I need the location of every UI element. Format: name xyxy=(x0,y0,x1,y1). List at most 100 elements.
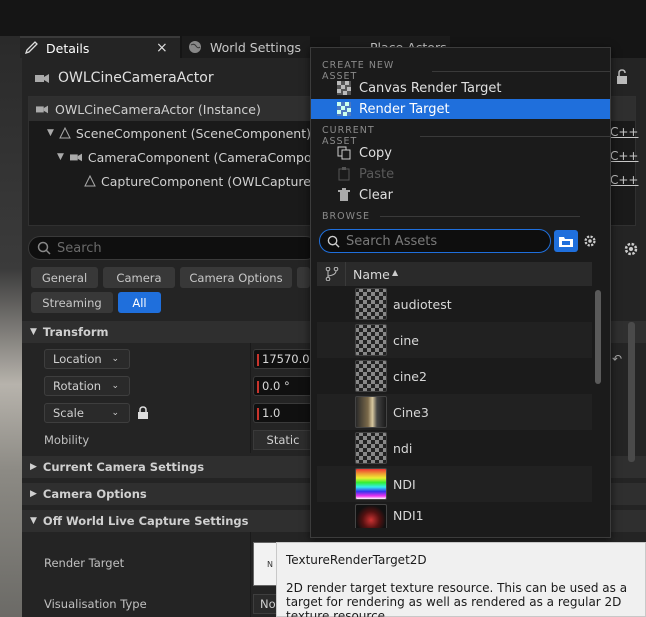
search-assets-input[interactable]: Search Assets xyxy=(319,229,551,253)
filter-more[interactable] xyxy=(297,267,310,288)
actor-title-label: OWLCineCameraActor xyxy=(58,70,214,86)
reset-icon[interactable]: ↶ xyxy=(612,352,622,366)
menu-item-label: Canvas Render Target xyxy=(359,80,502,96)
camera-actor-icon xyxy=(36,105,48,114)
render-target-label: Render Target xyxy=(44,556,125,570)
filter-general[interactable]: General xyxy=(31,267,98,288)
asset-row[interactable]: cine xyxy=(317,322,592,358)
asset-row[interactable]: audiotest xyxy=(317,286,592,322)
asset-name: ndi xyxy=(393,440,413,456)
rotation-x-field[interactable]: 0.0 ° xyxy=(253,376,313,396)
asset-name: NDI1 xyxy=(393,507,424,523)
checker-texture-icon xyxy=(355,432,387,464)
checker-texture-icon xyxy=(337,102,351,116)
cine3-thumbnail-icon xyxy=(355,396,387,428)
color-bars-thumbnail-icon xyxy=(355,468,387,500)
camera-icon xyxy=(69,153,82,162)
menu-item-render-target[interactable]: Render Target xyxy=(311,99,610,119)
lock-icon[interactable] xyxy=(137,406,149,420)
pencil-icon xyxy=(24,41,38,55)
details-search-input[interactable]: Search xyxy=(28,236,318,260)
chevron-down-icon: ⌄ xyxy=(111,408,119,418)
copy-icon xyxy=(337,146,351,160)
gear-icon[interactable] xyxy=(622,240,640,258)
branch-icon[interactable] xyxy=(325,267,339,281)
red-thumbnail-icon xyxy=(355,504,387,528)
menu-item-copy[interactable]: Copy xyxy=(311,143,610,163)
filter-streaming[interactable]: Streaming xyxy=(31,292,113,313)
details-scrollbar[interactable] xyxy=(628,322,635,462)
mobility-label: Mobility xyxy=(44,433,90,447)
filter-camera-options[interactable]: Camera Options xyxy=(180,267,292,288)
menu-item-paste[interactable]: Paste xyxy=(311,164,610,184)
cpp-tag[interactable]: C++ xyxy=(610,173,639,187)
cpp-tag[interactable]: C++ xyxy=(610,125,639,139)
tree-label: OWLCineCameraActor (Instance) xyxy=(55,101,261,117)
asset-row[interactable]: Cine3 xyxy=(317,394,592,430)
location-dropdown[interactable]: Location ⌄ xyxy=(44,349,130,369)
asset-list-scrollbar[interactable] xyxy=(595,290,601,384)
location-x-field[interactable]: 17570.0 xyxy=(253,349,313,369)
rotation-label: Rotation xyxy=(53,379,102,393)
chevron-down-icon: ▼ xyxy=(30,516,37,526)
menu-item-canvas-render-target[interactable]: Canvas Render Target xyxy=(311,78,610,98)
tooltip-body: 2D render target texture resource. This … xyxy=(286,581,628,617)
asset-row[interactable]: NDI xyxy=(317,466,592,502)
checker-texture-icon xyxy=(355,324,387,356)
tab-details[interactable]: Details × xyxy=(20,36,180,58)
chevron-down-icon[interactable]: ▼ xyxy=(47,128,54,138)
cpp-tag[interactable]: C++ xyxy=(610,149,639,163)
asset-name: NDI xyxy=(393,476,416,492)
close-icon[interactable]: × xyxy=(156,40,168,56)
section-label: Current Camera Settings xyxy=(42,460,205,474)
asset-picker-popup: CREATE NEW ASSET Canvas Render Target Re… xyxy=(310,47,611,538)
tab-world-label: World Settings xyxy=(210,39,302,55)
column-divider xyxy=(250,343,251,453)
menu-item-clear[interactable]: Clear xyxy=(311,185,610,205)
visualisation-type-label: Visualisation Type xyxy=(44,597,147,611)
menu-item-label: Clear xyxy=(359,187,393,203)
scale-x-field[interactable]: 1.0 xyxy=(253,403,313,423)
filter-camera[interactable]: Camera xyxy=(103,267,175,288)
asset-row[interactable]: ndi xyxy=(317,430,592,466)
actor-title: OWLCineCameraActor xyxy=(34,66,214,90)
tree-label: SceneComponent (SceneComponent) xyxy=(75,125,312,141)
asset-row[interactable]: NDI1 xyxy=(317,502,592,528)
gear-icon[interactable] xyxy=(582,233,598,249)
asset-name: cine2 xyxy=(393,368,427,384)
mobility-static-button[interactable]: Static xyxy=(253,430,313,450)
chevron-down-icon[interactable]: ▼ xyxy=(57,152,64,162)
asset-row[interactable]: cine2 xyxy=(317,358,592,394)
search-icon xyxy=(327,235,340,248)
asset-name: cine xyxy=(393,332,419,348)
filter-all[interactable]: All xyxy=(118,292,161,313)
scale-dropdown[interactable]: Scale ⌄ xyxy=(44,403,130,423)
section-label: Camera Options xyxy=(42,487,147,501)
chevron-right-icon: ▶ xyxy=(30,489,37,499)
browse-header: BROWSE xyxy=(322,211,580,222)
viewport-edge xyxy=(0,36,22,617)
menu-item-label: Render Target xyxy=(359,101,450,117)
rotation-dropdown[interactable]: Rotation ⌄ xyxy=(44,376,130,396)
chevron-right-icon: ▶ xyxy=(30,462,37,472)
tab-world-settings[interactable]: World Settings xyxy=(182,36,310,58)
chevron-down-icon: ⌄ xyxy=(111,354,119,364)
asset-list-header: Name ▲ xyxy=(317,262,592,286)
search-icon xyxy=(37,241,51,255)
tooltip-title: TextureRenderTarget2D xyxy=(286,553,427,567)
checker-texture-icon xyxy=(355,360,387,392)
browse-header-label: BROWSE xyxy=(322,211,371,222)
render-target-value: N xyxy=(267,559,273,569)
paste-icon xyxy=(338,167,350,181)
tooltip: TextureRenderTarget2D 2D render target t… xyxy=(276,542,646,617)
folder-icon xyxy=(559,236,573,247)
column-name[interactable]: Name xyxy=(353,267,390,282)
lock-icon[interactable] xyxy=(614,68,630,86)
scale-label: Scale xyxy=(53,406,84,420)
camera-actor-icon xyxy=(35,74,49,83)
sort-ascending-icon[interactable]: ▲ xyxy=(392,268,398,277)
column-divider xyxy=(250,532,251,617)
checker-texture-icon xyxy=(355,288,387,320)
asset-name: Cine3 xyxy=(393,404,429,420)
folder-browse-button[interactable] xyxy=(554,230,578,252)
